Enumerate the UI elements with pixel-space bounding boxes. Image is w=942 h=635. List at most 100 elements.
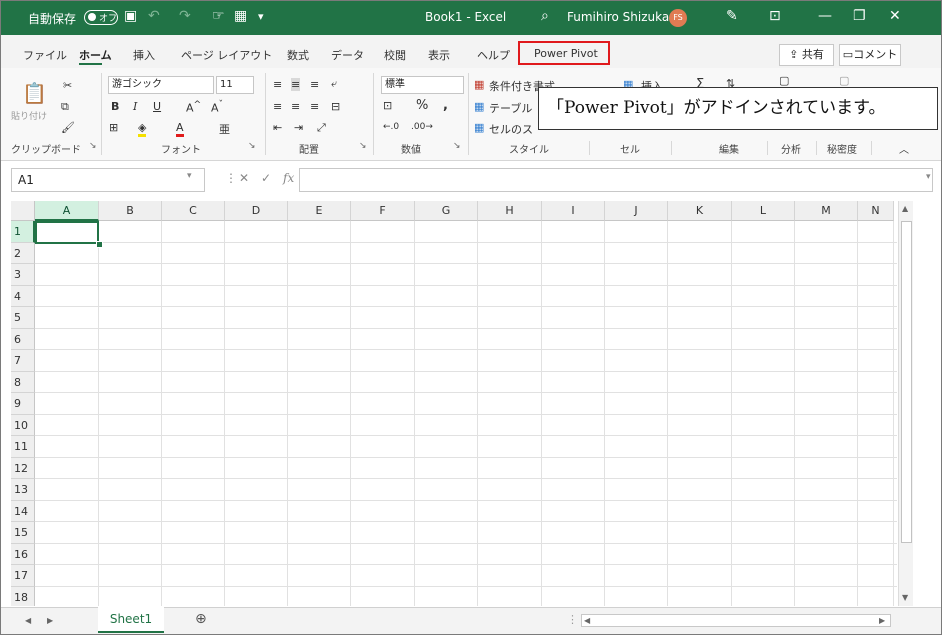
row-header[interactable]: 3 xyxy=(11,264,35,286)
ribbon-display-icon[interactable]: ⊡ xyxy=(769,8,781,24)
number-format-select[interactable]: 標準 xyxy=(381,76,464,94)
select-all-corner[interactable] xyxy=(11,201,35,221)
copy-icon[interactable]: ⧉ xyxy=(61,100,69,114)
clipboard-launcher-icon[interactable]: ↘ xyxy=(89,141,97,151)
column-header[interactable]: D xyxy=(225,201,288,221)
orientation-icon[interactable]: ⤢ xyxy=(317,121,326,135)
tab-help[interactable]: ヘルプ xyxy=(477,47,510,63)
minimize-icon[interactable]: — xyxy=(818,8,832,24)
merge-center-icon[interactable]: ⊟ xyxy=(331,100,340,113)
pen-icon[interactable]: ✎ xyxy=(726,8,738,24)
column-header[interactable]: B xyxy=(99,201,162,221)
borders-icon[interactable]: ⊞ xyxy=(109,121,118,134)
conditional-format-icon[interactable]: ▦ xyxy=(474,78,484,91)
align-right-icon[interactable]: ≡ xyxy=(310,100,319,113)
column-header[interactable]: C xyxy=(162,201,225,221)
search-icon[interactable]: ⌕ xyxy=(541,8,549,24)
bold-button[interactable]: B xyxy=(111,100,119,113)
tab-home[interactable]: ホーム xyxy=(79,47,112,63)
analyze-data-icon[interactable]: ▢ xyxy=(779,74,789,87)
vertical-scrollbar[interactable]: ▲ ▼ xyxy=(898,201,913,606)
tab-insert[interactable]: 挿入 xyxy=(133,47,155,63)
tab-page-layout[interactable]: ページ レイアウト xyxy=(181,47,272,63)
align-top-icon[interactable]: ≡ xyxy=(273,78,282,91)
column-header[interactable]: G xyxy=(415,201,478,221)
column-header[interactable]: L xyxy=(732,201,795,221)
row-header[interactable]: 18 xyxy=(11,586,35,606)
avatar[interactable]: FS xyxy=(669,9,687,27)
font-name-select[interactable]: 游ゴシック xyxy=(108,76,214,94)
row-header[interactable]: 12 xyxy=(11,457,35,479)
column-header[interactable]: H xyxy=(478,201,542,221)
row-header[interactable]: 8 xyxy=(11,371,35,393)
touch-mode-icon[interactable]: ☞ xyxy=(212,8,225,24)
formula-bar-dots-icon[interactable]: ⋮ xyxy=(225,171,237,185)
align-bottom-icon[interactable]: ≡ xyxy=(310,78,319,91)
scroll-split-icon[interactable]: ⋮ xyxy=(567,613,578,626)
column-header[interactable]: M xyxy=(795,201,858,221)
cut-icon[interactable]: ✂ xyxy=(63,79,72,92)
worksheet-grid[interactable]: A B C D E F G H I J K L M N 1 2 3 4 5 6 7 8 9 10 11 12 13 14 15 16 17 1… xyxy=(11,201,897,606)
horizontal-scrollbar[interactable]: ◀ ▶ xyxy=(581,614,891,627)
format-table-icon[interactable]: ▦ xyxy=(474,100,484,113)
column-header[interactable]: N xyxy=(858,201,894,221)
name-box-dropdown-icon[interactable]: ▾ xyxy=(187,171,192,181)
row-header[interactable]: 4 xyxy=(11,285,35,307)
increase-decimal-icon[interactable]: ←.0 xyxy=(383,122,399,132)
scroll-down-icon[interactable]: ▼ xyxy=(902,593,908,602)
insert-function-icon[interactable]: fx xyxy=(283,171,294,185)
row-header[interactable]: 1 xyxy=(11,221,35,243)
vertical-scroll-thumb[interactable] xyxy=(901,221,912,543)
expand-formula-bar-icon[interactable]: ▾ xyxy=(926,172,931,182)
autosave-toggle[interactable]: オフ xyxy=(84,10,118,25)
tab-review[interactable]: 校閲 xyxy=(384,47,406,63)
paste-icon[interactable]: 📋 xyxy=(22,81,47,105)
row-header[interactable]: 16 xyxy=(11,543,35,565)
row-header[interactable]: 10 xyxy=(11,414,35,436)
tab-data[interactable]: データ xyxy=(331,47,364,63)
close-icon[interactable]: ✕ xyxy=(889,8,901,24)
column-header[interactable]: K xyxy=(668,201,732,221)
tab-file[interactable]: ファイル xyxy=(23,47,67,63)
cancel-icon[interactable]: ✕ xyxy=(239,171,249,185)
collapse-ribbon-icon[interactable]: ︿ xyxy=(899,141,909,156)
row-header[interactable]: 13 xyxy=(11,479,35,501)
cell-styles-icon[interactable]: ▦ xyxy=(474,121,484,134)
restore-icon[interactable]: ❐ xyxy=(853,8,866,24)
row-header[interactable]: 9 xyxy=(11,393,35,415)
customize-qat-icon[interactable]: ▾ xyxy=(258,10,264,23)
enter-icon[interactable]: ✓ xyxy=(261,171,271,185)
row-header[interactable]: 2 xyxy=(11,242,35,264)
save-icon[interactable]: ▣ xyxy=(124,8,137,24)
share-button[interactable]: ⇪ 共有 xyxy=(779,44,834,66)
sheet-next-icon[interactable]: ▶ xyxy=(47,616,53,625)
number-launcher-icon[interactable]: ↘ xyxy=(453,141,461,151)
scroll-up-icon[interactable]: ▲ xyxy=(902,204,908,213)
comma-style-icon[interactable]: , xyxy=(443,98,448,113)
sensitivity-icon[interactable]: ▢ xyxy=(839,74,849,87)
active-cell-a1[interactable] xyxy=(35,221,99,244)
paste-label[interactable]: 貼り付け xyxy=(11,109,47,122)
row-header[interactable]: 5 xyxy=(11,307,35,329)
scroll-left-icon[interactable]: ◀ xyxy=(584,616,590,625)
format-painter-icon[interactable]: 🖌 xyxy=(61,121,75,134)
underline-button[interactable]: U xyxy=(153,100,161,113)
grow-font-icon[interactable]: A^ xyxy=(186,99,201,115)
decrease-decimal-icon[interactable]: .00→ xyxy=(411,122,433,132)
wrap-text-icon[interactable]: ⤶ xyxy=(331,77,337,91)
shrink-font-icon[interactable]: Aˇ xyxy=(211,99,223,115)
redo-icon[interactable]: ↷ xyxy=(179,8,191,24)
column-header[interactable]: F xyxy=(351,201,415,221)
row-header[interactable]: 14 xyxy=(11,500,35,522)
percent-icon[interactable]: % xyxy=(416,98,428,113)
column-header[interactable]: I xyxy=(542,201,605,221)
font-launcher-icon[interactable]: ↘ xyxy=(248,141,256,151)
font-color-icon[interactable]: A xyxy=(176,121,184,137)
comment-button[interactable]: ▭コメント xyxy=(839,44,901,66)
fill-handle[interactable] xyxy=(96,241,103,248)
cell-styles-label[interactable]: セルのス xyxy=(489,121,533,137)
format-table-label[interactable]: テーブル xyxy=(489,100,532,116)
add-sheet-icon[interactable]: ⊕ xyxy=(195,611,207,627)
form-icon[interactable]: ▦ xyxy=(234,8,247,24)
formula-input[interactable] xyxy=(299,168,933,192)
